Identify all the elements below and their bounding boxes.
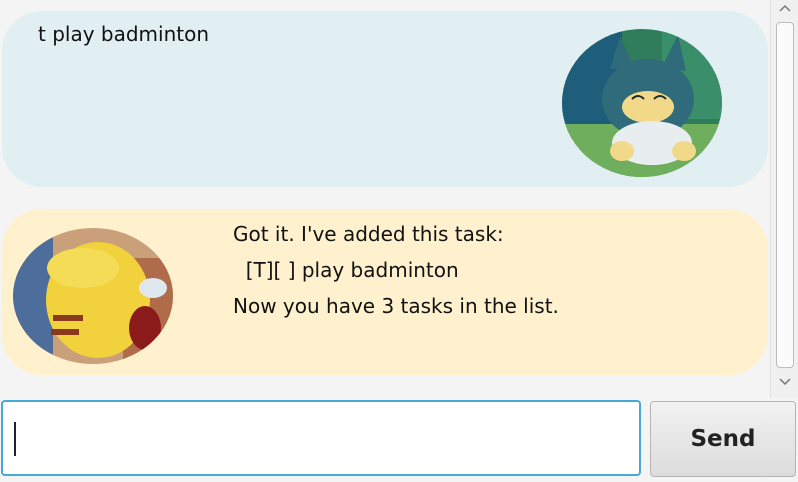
text-caret [14, 422, 16, 456]
bot-message-bubble: Got it. I've added this task: [T][ ] pla… [2, 209, 768, 375]
chat-scroll-area[interactable]: t play badminton Got it. I've added this… [0, 0, 770, 398]
user-message-bubble: t play badminton [2, 11, 768, 187]
pikachu-avatar-icon [13, 228, 173, 364]
scrollbar-thumb[interactable] [776, 22, 794, 368]
bot-message-text: Got it. I've added this task: [T][ ] pla… [233, 222, 559, 318]
scroll-down-arrow-icon[interactable] [777, 376, 793, 388]
vertical-scrollbar[interactable] [770, 0, 798, 398]
input-row: Send [0, 398, 798, 482]
message-input[interactable] [1, 400, 641, 476]
scroll-up-arrow-icon[interactable] [777, 2, 793, 14]
send-button[interactable]: Send [650, 401, 796, 477]
user-message-text: t play badminton [38, 22, 210, 46]
munchlax-avatar-icon [562, 29, 722, 177]
